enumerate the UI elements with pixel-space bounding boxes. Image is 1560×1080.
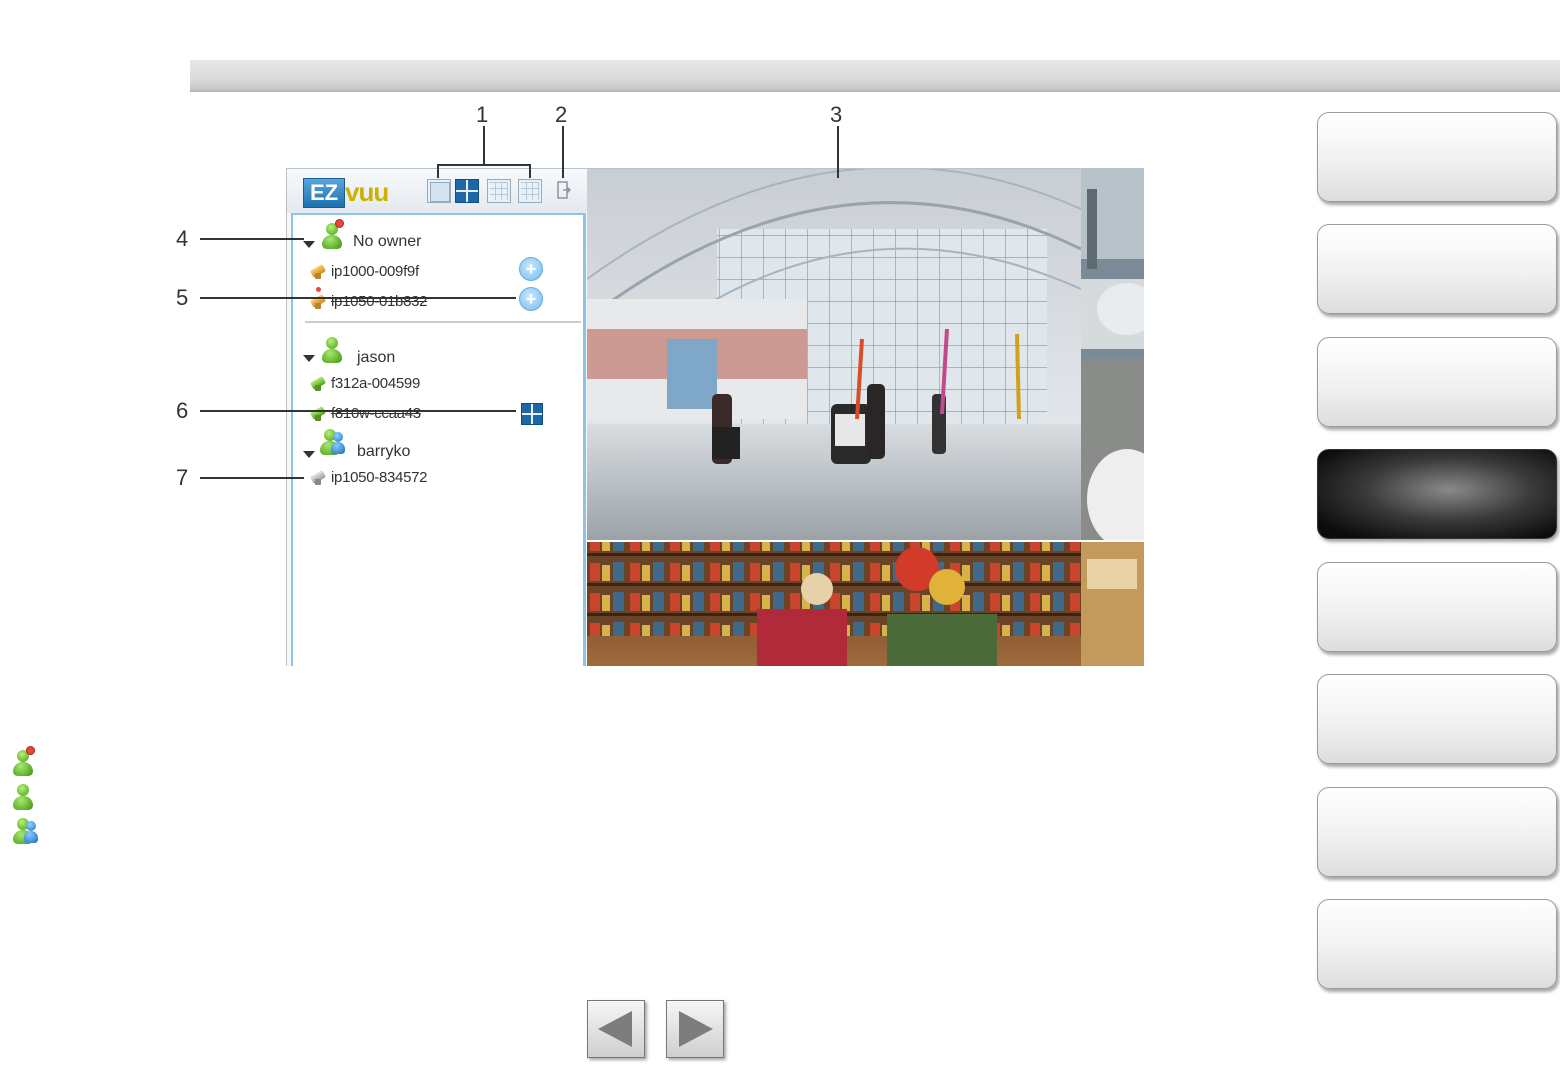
- previous-page-button[interactable]: [587, 1000, 645, 1058]
- arrow-left-icon: [598, 1011, 632, 1047]
- leader-line-5: [200, 297, 516, 299]
- camera-item-ip1050-834572[interactable]: ip1050-834572: [331, 469, 428, 486]
- camera-icon: [309, 403, 327, 421]
- layout-quad-button[interactable]: [455, 179, 479, 203]
- single-view-icon: [430, 182, 450, 202]
- nav-button-8[interactable]: [1317, 899, 1557, 989]
- logo-ez: EZ: [303, 178, 345, 208]
- camera-icon: [309, 467, 327, 485]
- nine-view-icon: [521, 182, 539, 200]
- leader-line-1-right: [529, 164, 531, 178]
- user-icon: [12, 784, 34, 812]
- expand-arrow-icon[interactable]: [303, 355, 315, 362]
- user-pin-icon: [321, 219, 344, 251]
- owner-barryko[interactable]: barryko: [357, 443, 410, 461]
- leader-line-2: [562, 126, 564, 178]
- nav-button-2[interactable]: [1317, 224, 1557, 314]
- layout-nine-button[interactable]: [518, 179, 542, 203]
- user-group-icon: [319, 429, 349, 457]
- expand-arrow-icon[interactable]: [303, 241, 315, 248]
- camera-icon: [309, 261, 327, 279]
- callout-3: 3: [830, 102, 843, 127]
- camera-item-f312a[interactable]: f312a-004599: [331, 375, 420, 392]
- leader-line-1-left: [437, 164, 439, 178]
- camera-icon: [309, 373, 327, 391]
- leader-line-1-bracket: [437, 164, 531, 166]
- expand-arrow-icon[interactable]: [303, 451, 315, 458]
- nav-button-6[interactable]: [1317, 674, 1557, 764]
- user-pin-icon: [12, 746, 35, 778]
- camera-item-f810w[interactable]: f810w-ccaa43: [331, 405, 421, 422]
- logo-vuu: vuu: [345, 177, 389, 207]
- nav-button-1[interactable]: [1317, 112, 1557, 202]
- add-camera-button[interactable]: +: [519, 287, 543, 311]
- nav-button-4-active[interactable]: [1317, 449, 1557, 539]
- ezvuu-window: EZ vuu No owner ip1000-009f9f + ip1050-0…: [286, 168, 1144, 666]
- callout-7: 7: [176, 465, 189, 490]
- camera-icon: [309, 287, 327, 309]
- logout-icon[interactable]: [557, 181, 572, 199]
- device-tree-panel: No owner ip1000-009f9f + ip1050-01b832 +…: [291, 213, 586, 666]
- callout-5: 5: [176, 285, 189, 310]
- leader-line-3: [837, 126, 839, 178]
- callout-1: 1: [476, 102, 489, 127]
- leader-line-1: [483, 126, 485, 164]
- arrow-right-icon: [679, 1011, 713, 1047]
- six-view-icon: [490, 182, 508, 200]
- user-icon: [321, 337, 343, 365]
- nav-button-3[interactable]: [1317, 337, 1557, 427]
- group-divider: [305, 321, 581, 323]
- nav-button-7[interactable]: [1317, 787, 1557, 877]
- leader-line-6: [200, 410, 516, 412]
- add-camera-button[interactable]: +: [519, 257, 543, 281]
- camera-item-ip1050[interactable]: ip1050-01b832: [331, 293, 428, 310]
- camera-item-ip1000[interactable]: ip1000-009f9f: [331, 263, 419, 280]
- leader-line-4: [200, 238, 304, 240]
- owner-jason[interactable]: jason: [357, 349, 395, 367]
- video-view-area[interactable]: [587, 169, 1144, 666]
- leader-line-7: [200, 477, 304, 479]
- quad-view-icon[interactable]: [521, 403, 543, 425]
- user-group-icon: [12, 818, 42, 846]
- owner-no-owner[interactable]: No owner: [353, 233, 421, 251]
- callout-6: 6: [176, 398, 189, 423]
- layout-six-button[interactable]: [487, 179, 511, 203]
- callout-2: 2: [555, 102, 568, 127]
- layout-single-button[interactable]: [427, 179, 451, 203]
- ezvuu-logo: EZ vuu: [303, 177, 399, 208]
- nav-button-5[interactable]: [1317, 562, 1557, 652]
- callout-4: 4: [176, 226, 189, 251]
- header-bar: [190, 60, 1560, 92]
- next-page-button[interactable]: [666, 1000, 724, 1058]
